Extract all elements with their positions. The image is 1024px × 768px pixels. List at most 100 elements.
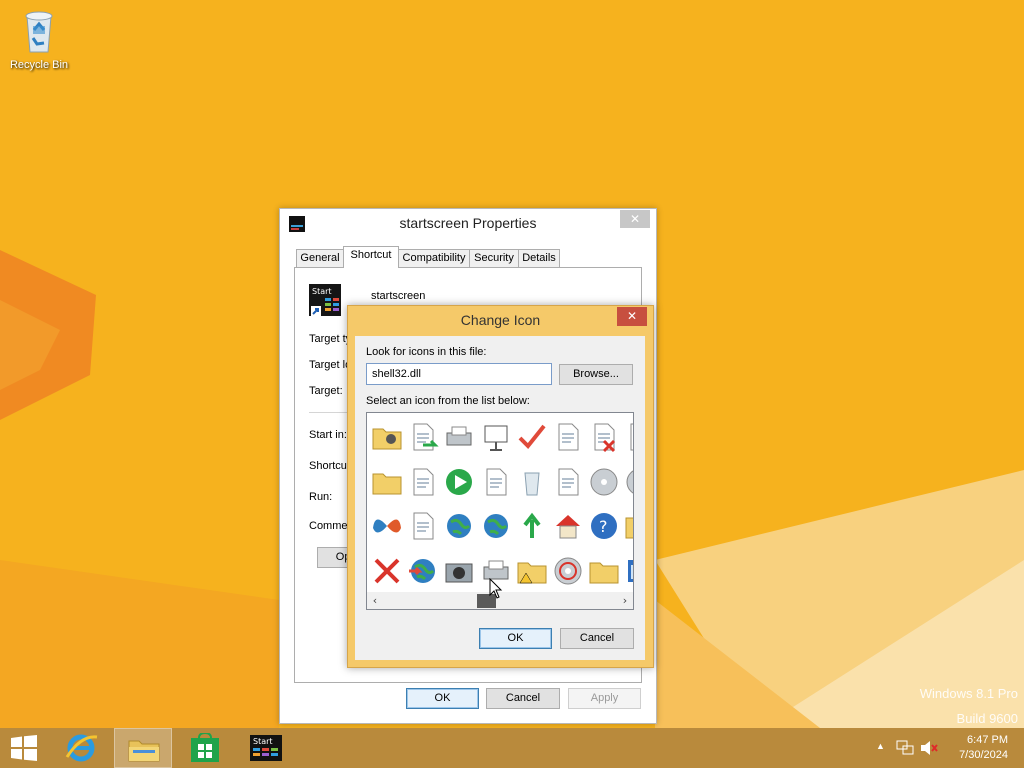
properties-title: startscreen Properties xyxy=(399,215,537,231)
svg-text:Start: Start xyxy=(253,737,273,746)
icon-option[interactable] xyxy=(622,464,633,500)
icon-option[interactable] xyxy=(622,508,633,544)
network-adapter-icon xyxy=(413,468,434,495)
icon-option[interactable] xyxy=(514,553,550,589)
browse-button[interactable]: Browse... xyxy=(559,364,633,385)
taskbar-store[interactable] xyxy=(176,728,234,768)
icon-option[interactable] xyxy=(441,508,477,544)
scroll-right-arrow[interactable]: › xyxy=(617,592,633,609)
recycle-bin-icon xyxy=(524,472,540,495)
properties-titlebar[interactable]: startscreen Properties ✕ xyxy=(280,209,656,239)
icon-option[interactable] xyxy=(405,508,441,544)
folder-icon xyxy=(625,517,633,539)
properties-ok-button[interactable]: OK xyxy=(406,688,479,709)
change-icon-close-button[interactable]: ✕ xyxy=(617,307,647,326)
tab-general[interactable]: General xyxy=(296,249,344,267)
shortcut-name: startscreen xyxy=(371,290,426,302)
icon-option[interactable] xyxy=(405,464,441,500)
file-move-icon xyxy=(413,423,439,451)
icon-option[interactable] xyxy=(550,553,586,589)
icon-option[interactable] xyxy=(622,419,633,455)
icon-option[interactable] xyxy=(622,553,633,589)
camera-icon xyxy=(445,563,473,582)
printer-icon xyxy=(446,426,472,446)
icon-option[interactable] xyxy=(550,508,586,544)
store-icon xyxy=(191,733,219,762)
globe-arrow-icon xyxy=(409,558,436,583)
globe-icon xyxy=(447,514,472,538)
close-icon: ✕ xyxy=(629,212,641,226)
icon-option[interactable] xyxy=(369,464,405,500)
icon-option[interactable] xyxy=(550,419,586,455)
cd-icon xyxy=(554,557,582,584)
icon-option[interactable] xyxy=(441,419,477,455)
green-arrow-up-icon xyxy=(523,512,541,538)
icon-file-input[interactable]: shell32.dll xyxy=(366,363,552,385)
checkmark-icon xyxy=(518,424,546,449)
tab-compatibility[interactable]: Compatibility xyxy=(398,249,470,267)
icon-option[interactable] xyxy=(514,508,550,544)
icon-option[interactable] xyxy=(441,464,477,500)
globe-picture-icon xyxy=(483,514,508,538)
taskbar-file-explorer[interactable] xyxy=(114,728,172,768)
internet-explorer-icon xyxy=(65,734,98,762)
tab-shortcut[interactable]: Shortcut xyxy=(343,246,399,268)
icon-option[interactable] xyxy=(405,419,441,455)
media-folder-icon xyxy=(372,428,402,450)
change-icon-cancel-button[interactable]: Cancel xyxy=(560,628,634,649)
svg-text:?: ? xyxy=(599,517,608,536)
icon-option[interactable] xyxy=(514,419,550,455)
icon-option[interactable] xyxy=(550,464,586,500)
icon-option[interactable] xyxy=(405,553,441,589)
clock-date: 7/30/2024 xyxy=(959,749,1008,761)
tab-details[interactable]: Details xyxy=(518,249,560,267)
icon-option[interactable] xyxy=(478,464,514,500)
folder-icon xyxy=(589,562,619,583)
svg-text:Start: Start xyxy=(312,287,332,296)
watermark-build: Build 9600 xyxy=(956,711,1018,726)
recycle-bin-label: Recycle Bin xyxy=(9,59,69,71)
icon-option[interactable] xyxy=(586,419,622,455)
volume-muted-icon[interactable] xyxy=(920,740,938,756)
change-icon-title: Change Icon xyxy=(460,312,541,328)
start-button[interactable] xyxy=(0,728,48,768)
red-x-icon xyxy=(374,558,400,583)
show-hidden-icons-icon[interactable]: ▲ xyxy=(876,741,885,751)
tab-security[interactable]: Security xyxy=(469,249,519,267)
home-network-icon xyxy=(556,515,580,539)
documents-icon xyxy=(413,512,434,540)
close-icon: ✕ xyxy=(626,309,638,323)
blue-window-icon xyxy=(628,559,633,582)
properties-apply-button[interactable]: Apply xyxy=(568,688,641,709)
magnifier-computer-icon xyxy=(486,468,507,495)
taskbar-startscreen-app[interactable]: Start xyxy=(238,728,296,768)
icon-option[interactable] xyxy=(586,464,622,500)
mouse-cursor-icon xyxy=(489,578,503,599)
startscreen-app-icon: Start xyxy=(250,735,282,761)
scroll-left-arrow[interactable]: ‹ xyxy=(367,592,383,609)
projector-screen-icon xyxy=(484,425,508,451)
icon-option[interactable] xyxy=(478,419,514,455)
windows-start-icon xyxy=(11,735,37,761)
clock-time: 6:47 PM xyxy=(967,734,1008,746)
network-icon[interactable] xyxy=(896,740,914,756)
taskbar-internet-explorer[interactable] xyxy=(52,728,110,768)
scroll-folder-icon xyxy=(372,473,402,494)
icon-option[interactable] xyxy=(514,464,550,500)
label-shortcut-key: Shortcut xyxy=(309,460,350,472)
label-start-in: Start in: xyxy=(309,429,347,441)
play-icon xyxy=(446,468,473,495)
properties-cancel-button[interactable]: Cancel xyxy=(486,688,560,709)
icon-option[interactable] xyxy=(478,508,514,544)
icon-option[interactable] xyxy=(369,553,405,589)
properties-close-button[interactable]: ✕ xyxy=(620,210,650,228)
change-icon-ok-button[interactable]: OK xyxy=(479,628,552,649)
taskbar-clock[interactable]: 6:47 PM 7/30/2024 xyxy=(959,733,1008,763)
recycle-bin-shortcut[interactable]: Recycle Bin xyxy=(4,6,74,71)
icon-option[interactable] xyxy=(369,419,405,455)
icon-option[interactable]: ? xyxy=(586,508,622,544)
icon-option[interactable] xyxy=(369,508,405,544)
icon-option[interactable] xyxy=(586,553,622,589)
icon-option[interactable] xyxy=(441,553,477,589)
checklist-x-icon xyxy=(594,423,616,453)
